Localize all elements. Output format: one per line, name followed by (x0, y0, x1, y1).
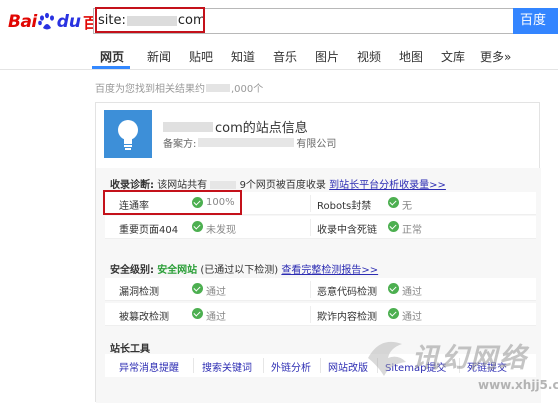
table-row: 漏洞检测 通过 恶意代码检测 通过 (105, 278, 536, 301)
tool-link[interactable]: Sitemap提交 (385, 359, 446, 374)
row-label2: Robots封禁 (317, 201, 372, 212)
divider (377, 358, 378, 373)
divider (310, 306, 311, 323)
redacted-company (198, 138, 295, 147)
row-label2: 收录中含死链 (317, 225, 377, 236)
check-icon (192, 283, 203, 294)
redacted-number (210, 181, 237, 189)
tool-link[interactable]: 异常消息提醒 (119, 359, 179, 374)
paw-icon (37, 12, 56, 32)
logo-du: du (56, 12, 82, 32)
check-icon (388, 283, 399, 294)
highlight-box (103, 190, 242, 215)
result-count-prefix: 百度为您找到相关结果约 (95, 84, 205, 95)
security-section: 安全级别: 安全网站 (已通过以下检测) 查看完整检测报告>> 漏洞检测 通过 … (96, 253, 541, 348)
tool-link[interactable]: 网站改版 (328, 359, 368, 374)
redacted-site (163, 121, 213, 132)
tab-music[interactable]: 音乐 (273, 48, 297, 65)
diagnosis-link[interactable]: 到站长平台分析收录量>> (329, 180, 446, 191)
tab-more[interactable]: 更多» (480, 48, 511, 65)
tab-wenku[interactable]: 文库 (441, 48, 465, 65)
tab-images[interactable]: 图片 (315, 48, 339, 65)
tab-news[interactable]: 新闻 (147, 48, 171, 65)
row-label2: 欺诈内容检测 (317, 312, 377, 323)
row-value: 未发现 (206, 225, 236, 236)
divider (310, 219, 311, 236)
row-label: 漏洞检测 (119, 287, 159, 298)
table-row: 被篡改检测 通过 欺诈内容检测 通过 (105, 303, 536, 326)
active-tab-indicator (92, 66, 130, 69)
icp-info: 备案方: 有限公司 (163, 135, 336, 150)
result-count-suffix: ,000个 (231, 84, 264, 95)
row-value2: 通过 (402, 312, 422, 323)
row-label: 重要页面404 (119, 225, 179, 236)
icp-suffix: 有限公司 (296, 139, 337, 150)
tab-tieba[interactable]: 贴吧 (189, 48, 213, 65)
search-button[interactable]: 百度 (513, 8, 558, 34)
diagnosis-text-suffix: 9个网页被百度收录 (239, 180, 326, 191)
row-value2: 正常 (402, 225, 422, 236)
divider (193, 358, 194, 373)
security-text: (已通过以下检测) (200, 265, 279, 276)
divider (310, 281, 311, 298)
tools-row: 异常消息提醒 搜索关键词 外链分析 网站改版 Sitemap提交 死链提交 (105, 354, 536, 377)
check-icon (388, 197, 399, 208)
divider (320, 358, 321, 373)
result-count: 百度为您找到相关结果约 ,000个 (95, 80, 263, 95)
table-row: 重要页面404 未发现 收录中含死链 正常 (105, 216, 536, 239)
row-value: 通过 (206, 287, 226, 298)
header: Bai du 百度 site: com 百度 (0, 0, 558, 44)
check-icon (388, 308, 399, 319)
row-value2: 通过 (402, 287, 422, 298)
tab-map[interactable]: 地图 (399, 48, 423, 65)
tool-link[interactable]: 死链提交 (467, 359, 507, 374)
divider (310, 195, 311, 212)
lightbulb-icon (104, 110, 152, 158)
tab-web[interactable]: 网页 (100, 48, 124, 65)
security-line: 安全级别: 安全网站 (已通过以下检测) 查看完整检测报告>> (110, 261, 378, 276)
check-icon (192, 221, 203, 232)
row-value: 通过 (206, 312, 226, 323)
row-label2: 恶意代码检测 (317, 287, 377, 298)
redacted-count (206, 83, 230, 92)
icp-label: 备案方: (163, 139, 197, 150)
check-icon (192, 308, 203, 319)
tools-title: 站长工具 (110, 344, 150, 355)
site-title[interactable]: com的站点信息 (163, 117, 308, 136)
site-title-text: com的站点信息 (215, 121, 308, 136)
row-label: 被篡改检测 (119, 312, 169, 323)
tool-link[interactable]: 搜索关键词 (202, 359, 252, 374)
highlight-box (95, 7, 205, 33)
divider (459, 358, 460, 373)
tab-zhidao[interactable]: 知道 (231, 48, 255, 65)
security-status: 安全网站 (157, 265, 198, 276)
search-tabs: 网页 新闻 贴吧 知道 音乐 图片 视频 地图 文库 更多» (0, 44, 558, 70)
site-info-card: com的站点信息 备案方: 有限公司 收录诊断: 该网站共有 9个网页被百度收录… (95, 102, 541, 403)
security-report-link[interactable]: 查看完整检测报告>> (281, 265, 378, 276)
check-icon (388, 221, 399, 232)
diagnosis-line: 收录诊断: 该网站共有 9个网页被百度收录 到站长平台分析收录量>> (110, 176, 446, 191)
logo-bai: Bai (8, 12, 37, 32)
security-label: 安全级别: (110, 265, 154, 276)
tab-video[interactable]: 视频 (357, 48, 381, 65)
webmaster-tools-section: 站长工具 异常消息提醒 搜索关键词 外链分析 网站改版 Sitemap提交 死链… (96, 337, 541, 403)
card-header: com的站点信息 备案方: 有限公司 (96, 103, 541, 168)
row-value2: 无 (402, 201, 412, 212)
tool-link[interactable]: 外链分析 (271, 359, 311, 374)
divider (263, 358, 264, 373)
